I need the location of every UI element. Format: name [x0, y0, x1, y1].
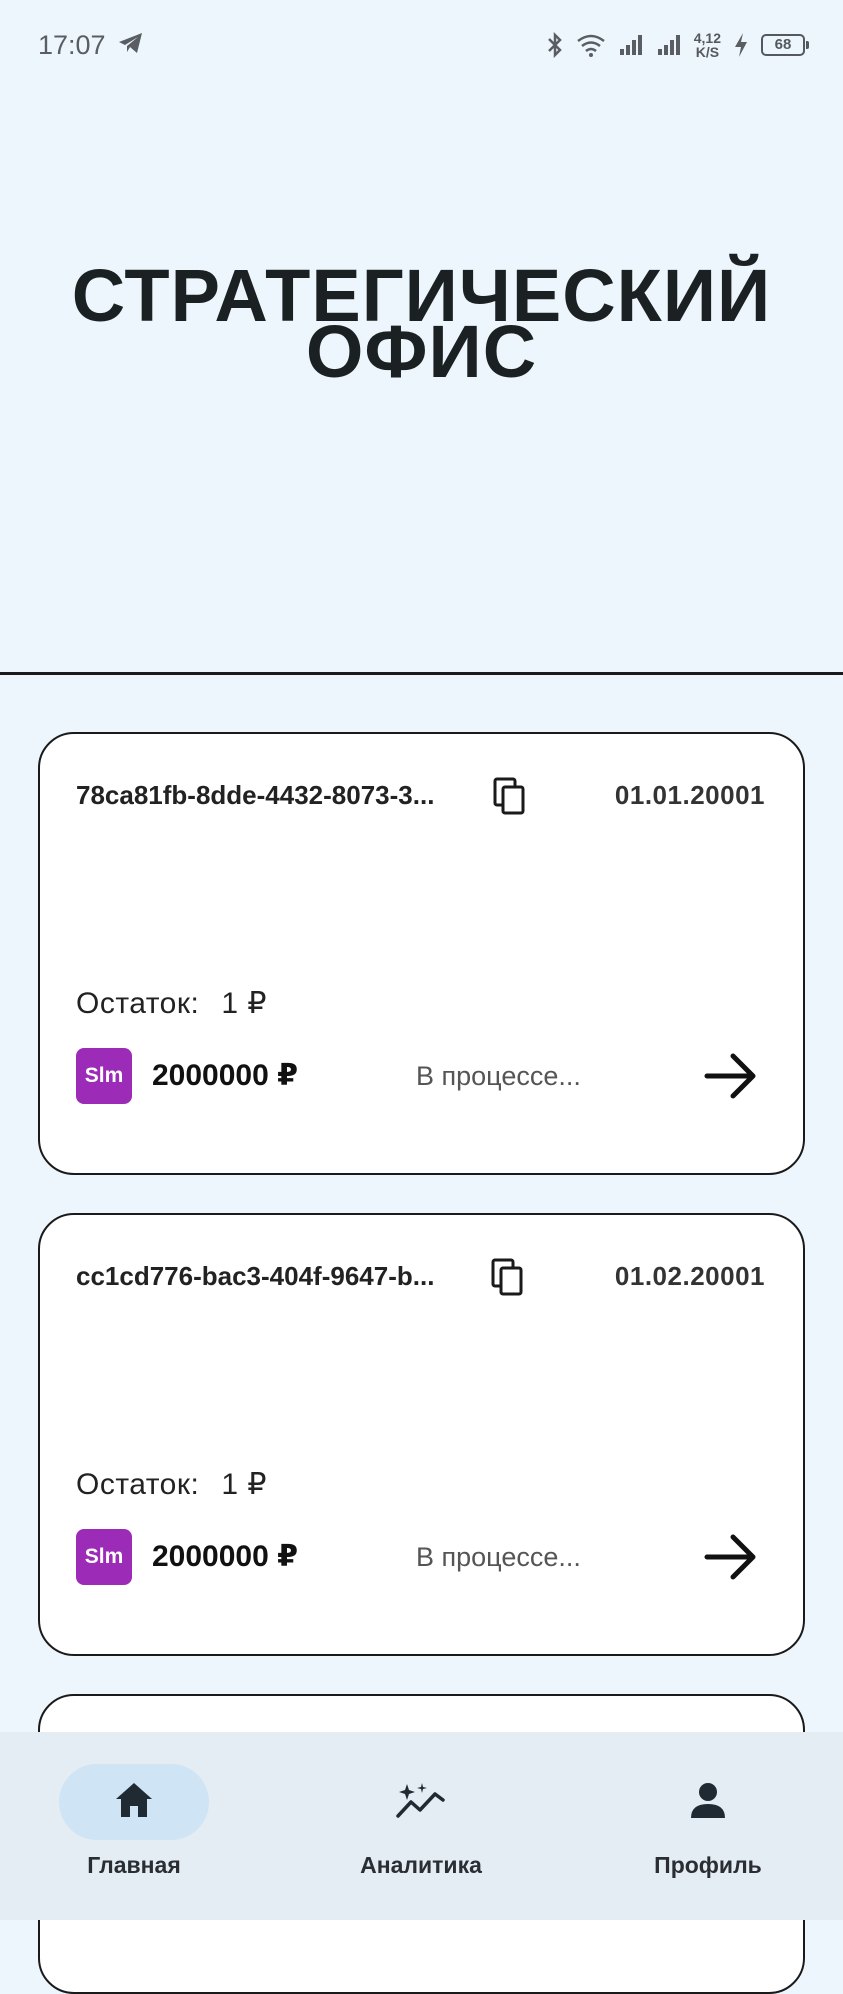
- order-id: 78ca81fb-8dde-4432-8073-3...: [76, 780, 435, 810]
- page-title-line2: ОФИС: [305, 310, 538, 393]
- order-amount: 2000000 ₽: [152, 1059, 299, 1092]
- balance-value: 1 ₽: [221, 1468, 267, 1501]
- wifi-icon: [576, 33, 606, 57]
- order-card[interactable]: cc1cd776-bac3-404f-9647-b... 01.02.20001…: [38, 1213, 805, 1656]
- speed-value: 4,12: [693, 30, 721, 46]
- order-status: В процессе...: [416, 1061, 581, 1091]
- network-speed: 4,12 K/S: [694, 31, 721, 59]
- profile-icon: [688, 1780, 728, 1825]
- nav-item-profile[interactable]: Профиль: [608, 1764, 808, 1894]
- nav-item-analytics[interactable]: Аналитика: [321, 1764, 521, 1894]
- nav-item-home[interactable]: Главная: [34, 1764, 234, 1894]
- slm-badge: Slm: [76, 1048, 132, 1104]
- arrow-right-icon[interactable]: [703, 1050, 759, 1102]
- page-title: СТРАТЕГИЧЕСКИЙ ОФИС: [0, 259, 843, 389]
- status-left: 17:07: [38, 30, 144, 61]
- order-card[interactable]: 78ca81fb-8dde-4432-8073-3... 01.01.20001…: [38, 732, 805, 1175]
- analytics-icon: [395, 1780, 447, 1825]
- home-icon: [112, 1780, 156, 1825]
- order-date: 01.02.20001: [614, 1261, 765, 1291]
- balance: Остаток: 1 ₽: [76, 986, 267, 1021]
- nav-label-analytics: Аналитика: [360, 1852, 482, 1878]
- balance-label: Остаток:: [76, 987, 200, 1020]
- signal-icon-2: [656, 33, 682, 57]
- order-amount: 2000000 ₽: [152, 1540, 299, 1573]
- arrow-right-icon[interactable]: [703, 1531, 759, 1583]
- order-status: В процессе...: [416, 1542, 581, 1572]
- order-date: 01.01.20001: [614, 780, 765, 810]
- charging-icon: [733, 32, 749, 58]
- copy-icon[interactable]: [490, 1257, 524, 1297]
- bluetooth-icon: [546, 32, 564, 58]
- copy-icon[interactable]: [492, 776, 526, 816]
- header-divider: [0, 672, 843, 675]
- nav-label-home: Главная: [87, 1852, 181, 1878]
- status-bar: 17:07 4,12 K/S 68: [0, 0, 843, 90]
- status-time: 17:07: [38, 29, 106, 60]
- balance-label: Остаток:: [76, 1468, 200, 1501]
- telegram-icon: [118, 30, 144, 61]
- nav-active-pill: [59, 1764, 209, 1840]
- order-id: cc1cd776-bac3-404f-9647-b...: [76, 1261, 435, 1291]
- slm-badge: Slm: [76, 1529, 132, 1585]
- balance: Остаток: 1 ₽: [76, 1467, 267, 1502]
- balance-value: 1 ₽: [221, 987, 267, 1020]
- nav-label-profile: Профиль: [654, 1852, 762, 1878]
- battery-icon: 68: [761, 34, 809, 56]
- battery-level: 68: [774, 36, 792, 53]
- speed-unit: K/S: [695, 44, 720, 60]
- bottom-nav: Главная Аналитика Профиль: [0, 1732, 843, 1920]
- status-right: 4,12 K/S 68: [546, 31, 809, 59]
- signal-icon: [618, 33, 644, 57]
